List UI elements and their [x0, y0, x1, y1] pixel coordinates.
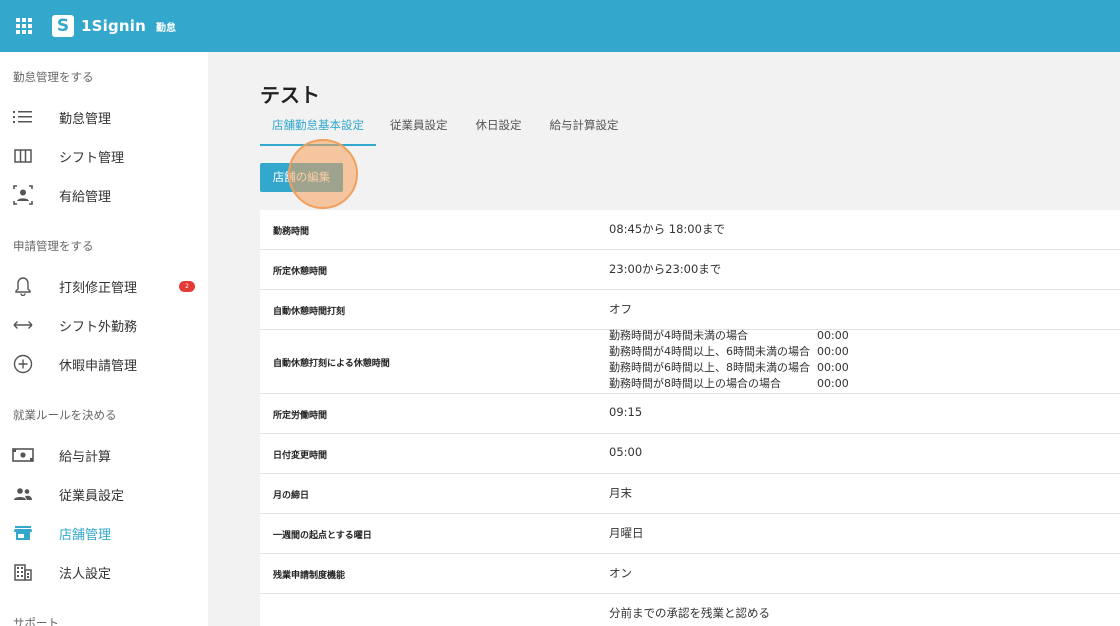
- auto-break-list: 勤務時間が4時間未満の場合 00:00 勤務時間が4時間以上、6時間未満の場合 00…: [609, 328, 849, 392]
- brand-name: 1Signin: [81, 17, 147, 35]
- sidebar: 勤怠管理をする 勤怠管理 シフト管理 有給管理 申請管理をする 打刻修正管理 2…: [0, 52, 208, 626]
- row-value: 09:15: [609, 405, 643, 419]
- table-row: 所定労働時間 09:15: [260, 394, 1120, 434]
- row-value: オフ: [609, 302, 632, 316]
- auto-break-line: 勤務時間が4時間以上、6時間未満の場合 00:00: [609, 344, 849, 360]
- settings-table: 勤務時間 08:45から 18:00まで 所定休憩時間 23:00から23:00…: [260, 210, 1120, 626]
- sidebar-item-attendance[interactable]: 勤怠管理: [0, 100, 208, 134]
- bell-icon: [12, 277, 34, 296]
- row-key: 一週間の起点とする曜日: [273, 531, 372, 541]
- row-value: 分前までの承認を残業と認める: [609, 606, 770, 620]
- store-icon: [12, 524, 34, 542]
- tab-bar: 店舗勤怠基本設定 従業員設定 休日設定 給与計算設定: [260, 110, 647, 148]
- table-row: 分前までの承認を残業と認める: [260, 594, 1120, 626]
- row-value: 月末: [609, 486, 632, 500]
- table-row: 自動休憩打刻による休憩時間 勤務時間が4時間未満の場合 00:00 勤務時間が4時…: [260, 328, 1120, 394]
- row-value: 月曜日: [609, 526, 644, 540]
- row-key: 所定労働時間: [273, 411, 328, 421]
- building-icon: [12, 563, 34, 581]
- sidebar-section-title: 就業ルールを決める: [13, 408, 117, 422]
- logo-mark-icon: [52, 15, 74, 37]
- apps-grid-icon[interactable]: [16, 18, 32, 34]
- row-key: 自動休憩時間打刻: [273, 307, 346, 317]
- condition-text: 勤務時間が6時間以上、8時間未満の場合: [609, 361, 810, 374]
- sidebar-item-label: 店舗管理: [59, 527, 112, 543]
- brand-logo[interactable]: 1Signin 勤怠: [52, 15, 176, 37]
- condition-text: 勤務時間が8時間以上の場合の場合: [609, 377, 781, 390]
- list-icon: [12, 108, 34, 126]
- sidebar-item-payroll[interactable]: 給与計算: [0, 438, 208, 472]
- sidebar-item-off-shift-work[interactable]: シフト外勤務: [0, 308, 208, 342]
- tab-employee-settings[interactable]: 従業員設定: [390, 110, 448, 146]
- row-key: 月の締日: [273, 491, 310, 501]
- tab-holiday-settings[interactable]: 休日設定: [476, 110, 522, 146]
- row-key: 日付変更時間: [273, 451, 328, 461]
- row-value: 05:00: [609, 445, 643, 459]
- row-key: 自動休憩打刻による休憩時間: [273, 359, 390, 369]
- auto-break-line: 勤務時間が8時間以上の場合の場合 00:00: [609, 376, 849, 392]
- auto-break-line: 勤務時間が4時間未満の場合 00:00: [609, 328, 849, 344]
- sidebar-item-label: 勤怠管理: [59, 111, 112, 127]
- sidebar-item-leave-request[interactable]: 休暇申請管理: [0, 347, 208, 381]
- sidebar-section-title: サポート: [13, 616, 59, 626]
- sidebar-item-clock-correction[interactable]: 打刻修正管理 2: [0, 269, 208, 303]
- table-row: 自動休憩時間打刻 オフ: [260, 290, 1120, 330]
- table-row: 残業申請制度機能 オン: [260, 554, 1120, 594]
- notification-badge: 2: [179, 281, 195, 292]
- sidebar-item-label: 有給管理: [59, 189, 112, 205]
- sidebar-item-corporate-settings[interactable]: 法人設定: [0, 555, 208, 589]
- sidebar-section-title: 勤怠管理をする: [13, 70, 94, 84]
- row-key: 所定休憩時間: [273, 267, 328, 277]
- person-box-icon: [12, 185, 34, 205]
- row-value: 08:45から 18:00まで: [609, 222, 725, 236]
- people-icon: [12, 485, 34, 503]
- table-row: 日付変更時間 05:00: [260, 434, 1120, 474]
- sidebar-item-shift[interactable]: シフト管理: [0, 139, 208, 173]
- sidebar-item-label: 給与計算: [59, 449, 112, 465]
- break-time: 00:00: [817, 329, 849, 342]
- condition-text: 勤務時間が4時間未満の場合: [609, 329, 748, 342]
- break-time: 00:00: [817, 377, 849, 390]
- sidebar-item-employee-settings[interactable]: 従業員設定: [0, 477, 208, 511]
- tab-store-attendance-basic[interactable]: 店舗勤怠基本設定: [260, 110, 376, 146]
- condition-text: 勤務時間が4時間以上、6時間未満の場合: [609, 345, 810, 358]
- plus-circle-icon: [12, 354, 34, 374]
- table-row: 所定休憩時間 23:00から23:00まで: [260, 250, 1120, 290]
- top-header: 1Signin 勤怠: [0, 0, 1120, 52]
- sidebar-item-label: 打刻修正管理: [59, 280, 138, 296]
- row-key: 残業申請制度機能: [273, 571, 346, 581]
- page-title: テスト: [260, 83, 320, 107]
- sidebar-item-label: 従業員設定: [59, 488, 125, 504]
- sidebar-section-title: 申請管理をする: [13, 239, 94, 253]
- break-time: 00:00: [817, 345, 849, 358]
- table-row: 一週間の起点とする曜日 月曜日: [260, 514, 1120, 554]
- sidebar-item-store-management[interactable]: 店舗管理: [0, 516, 208, 550]
- sidebar-item-label: 法人設定: [59, 566, 112, 582]
- table-row: 勤務時間 08:45から 18:00まで: [260, 210, 1120, 250]
- brand-subtitle: 勤怠: [156, 22, 177, 34]
- row-value: 23:00から23:00まで: [609, 262, 722, 276]
- sidebar-item-label: シフト管理: [59, 150, 125, 166]
- tab-payroll-settings[interactable]: 給与計算設定: [550, 110, 619, 146]
- sidebar-item-label: シフト外勤務: [59, 319, 138, 335]
- row-value: オン: [609, 566, 632, 580]
- auto-break-line: 勤務時間が6時間以上、8時間未満の場合 00:00: [609, 360, 849, 376]
- break-time: 00:00: [817, 361, 849, 374]
- edit-store-button[interactable]: 店舗の編集: [260, 163, 343, 192]
- columns-icon: [12, 147, 34, 165]
- row-key: 勤務時間: [273, 227, 310, 237]
- arrows-horizontal-icon: [12, 316, 34, 334]
- sidebar-item-label: 休暇申請管理: [59, 358, 138, 374]
- table-row: 月の締日 月末: [260, 474, 1120, 514]
- sidebar-item-paid-leave[interactable]: 有給管理: [0, 178, 208, 212]
- money-icon: [12, 446, 34, 464]
